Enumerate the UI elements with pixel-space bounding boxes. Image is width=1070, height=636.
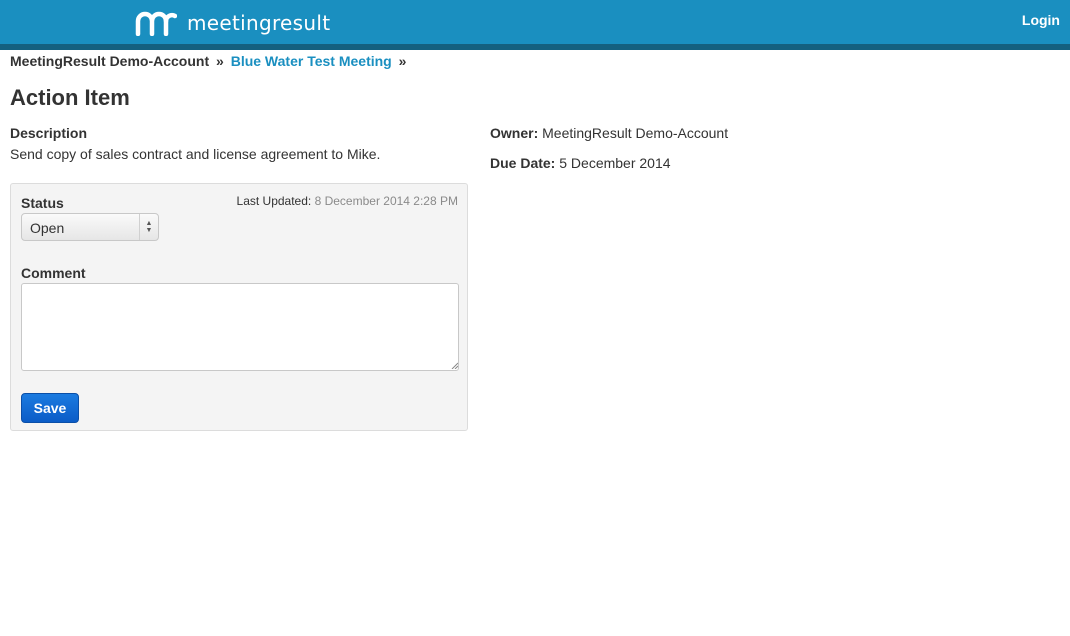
owner-label: Owner: (490, 125, 539, 141)
breadcrumb-meeting-link[interactable]: Blue Water Test Meeting (231, 53, 392, 69)
status-label: Status (21, 195, 64, 211)
due-date-label: Due Date: (490, 155, 556, 171)
top-nav-stripe (0, 44, 1070, 50)
owner-field: Owner: MeetingResult Demo-Account (490, 125, 728, 141)
select-arrows-icon: ▲ ▼ (139, 214, 158, 240)
last-updated: Last Updated: 8 December 2014 2:28 PM (237, 194, 458, 208)
due-date-field: Due Date: 5 December 2014 (490, 155, 671, 171)
breadcrumb: MeetingResult Demo-Account » Blue Water … (10, 53, 409, 69)
mr-logo-icon (135, 11, 177, 36)
breadcrumb-separator: » (398, 53, 407, 69)
last-updated-value: 8 December 2014 2:28 PM (314, 194, 458, 208)
page-title: Action Item (10, 85, 130, 110)
breadcrumb-account: MeetingResult Demo-Account (10, 53, 210, 69)
last-updated-label: Last Updated: (236, 194, 312, 208)
logo[interactable]: meetingresult (135, 9, 330, 37)
status-select-value: Open (30, 220, 65, 236)
breadcrumb-separator: » (216, 53, 224, 69)
save-button[interactable]: Save (21, 393, 79, 423)
logo-text: meetingresult (187, 11, 331, 35)
login-link[interactable]: Login (1022, 12, 1060, 28)
comment-label: Comment (21, 265, 86, 281)
owner-value: MeetingResult Demo-Account (542, 125, 729, 141)
comment-textarea[interactable] (21, 283, 459, 371)
description-text: Send copy of sales contract and license … (10, 146, 381, 162)
status-select[interactable]: Open ▲ ▼ (21, 213, 159, 241)
description-label: Description (10, 125, 88, 141)
due-date-value: 5 December 2014 (559, 155, 671, 171)
update-panel: Status Last Updated: 8 December 2014 2:2… (10, 183, 468, 431)
resize-grip-icon[interactable] (451, 362, 458, 369)
